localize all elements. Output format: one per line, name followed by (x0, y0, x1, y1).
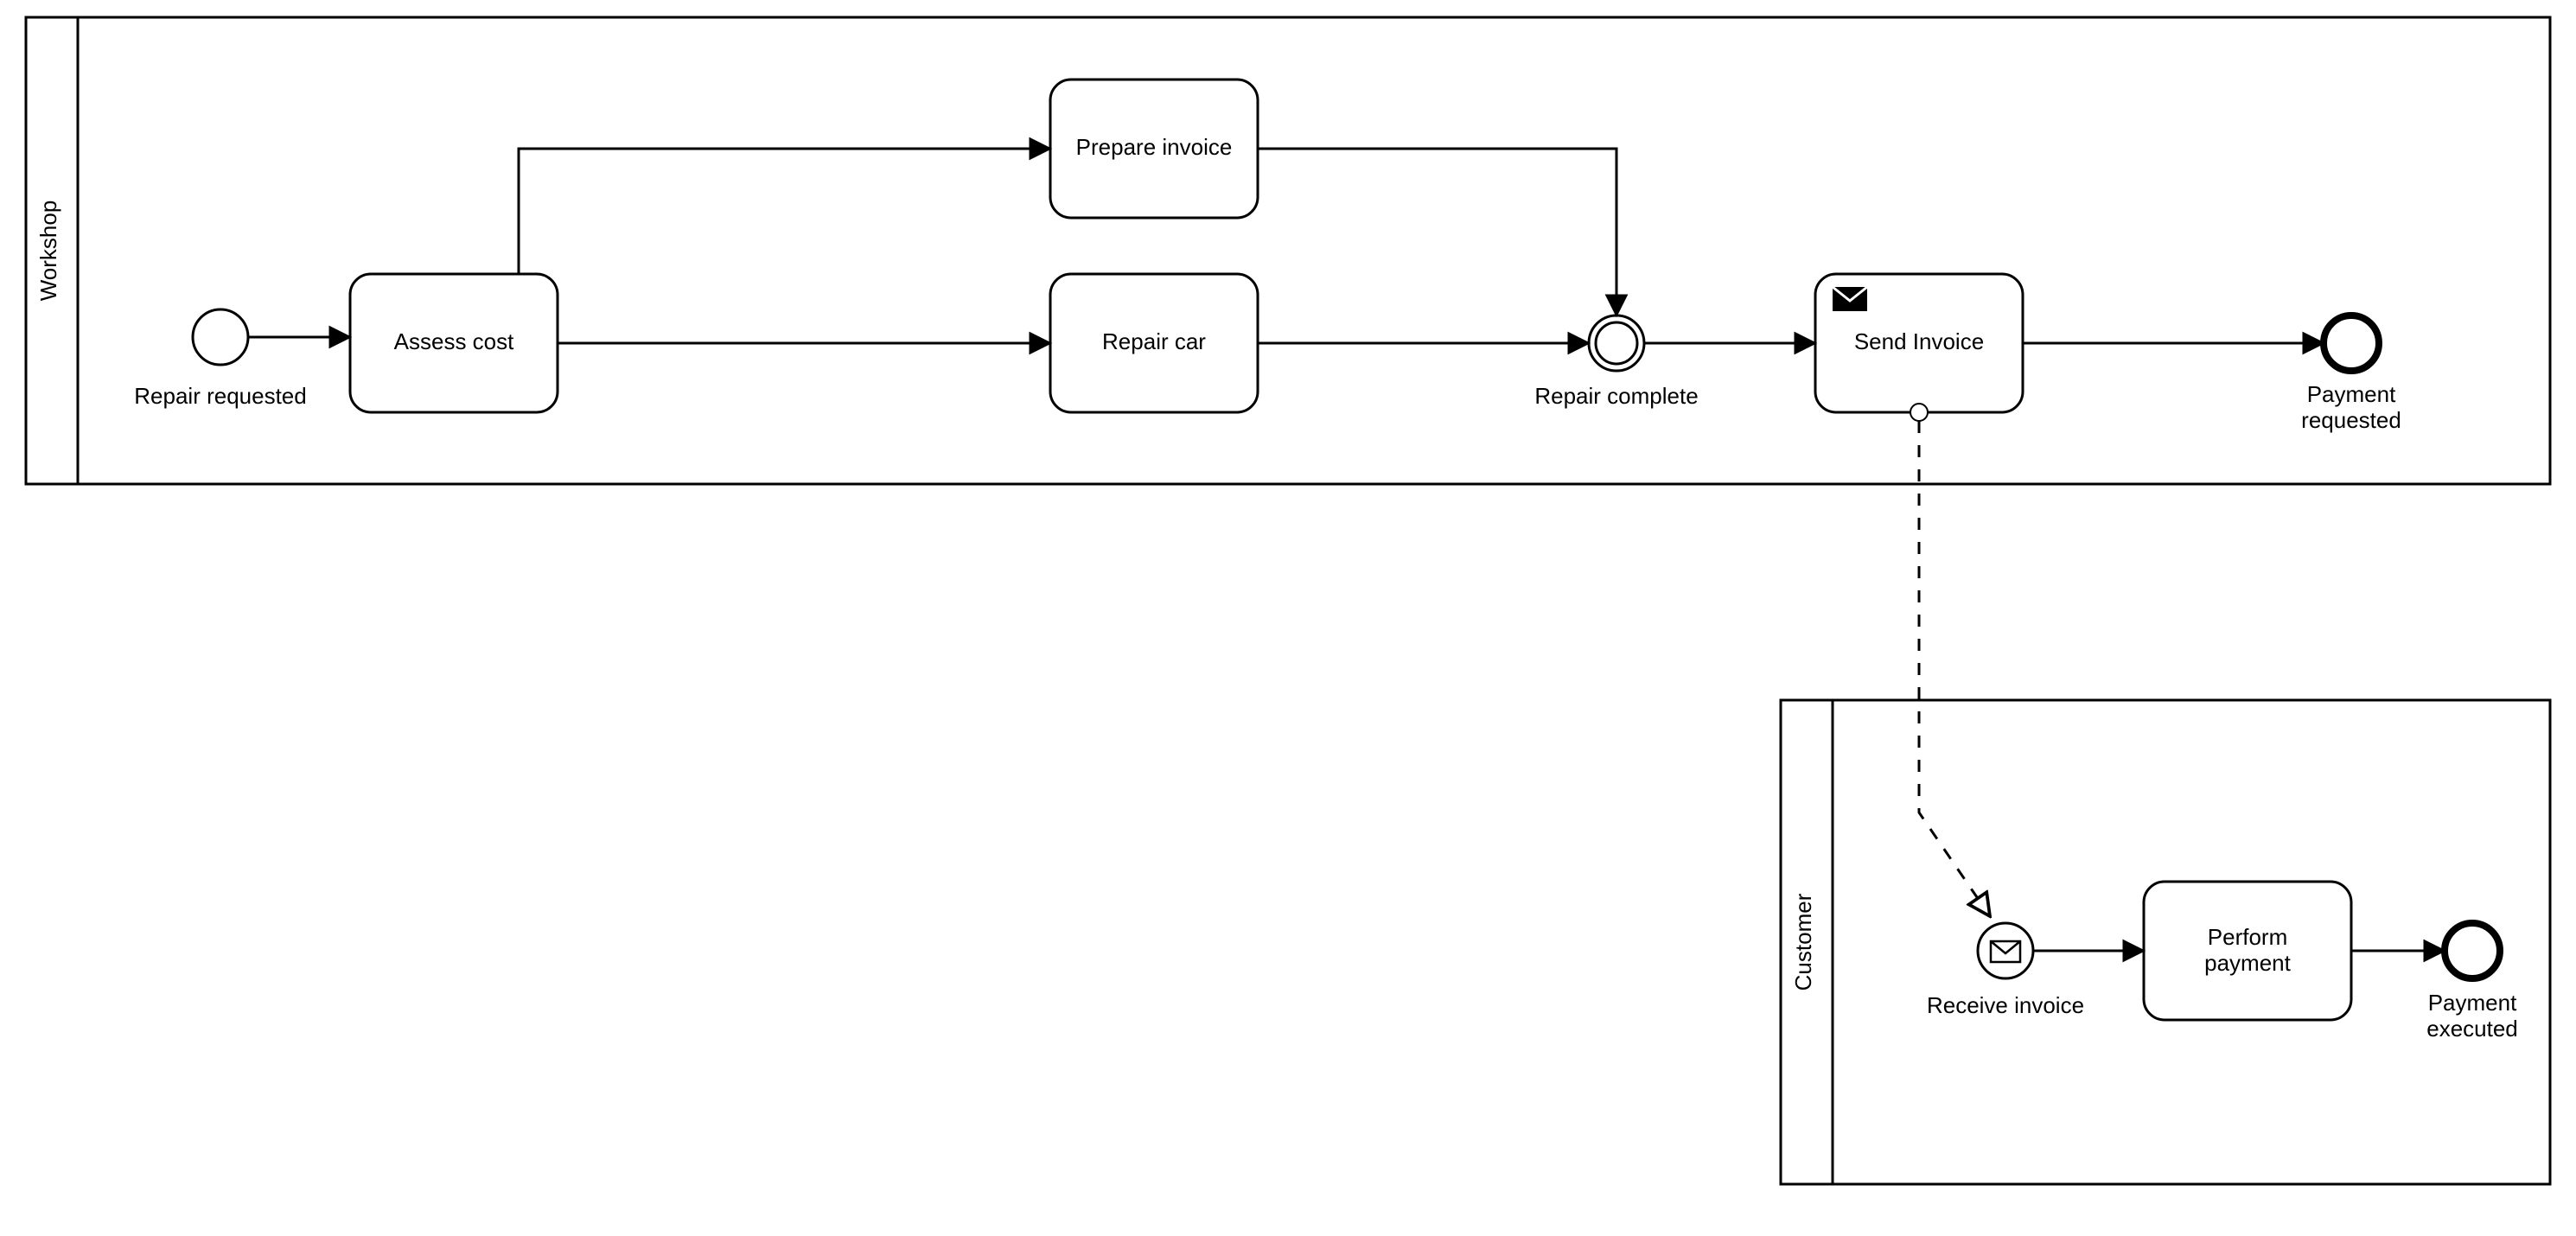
event-repair-complete[interactable] (1589, 315, 1644, 371)
start-event-receive-invoice-label: Receive invoice (1927, 992, 2084, 1018)
task-send-invoice-label: Send Invoice (1854, 328, 1984, 354)
end-event-payment-executed[interactable] (2445, 923, 2500, 978)
start-event-receive-invoice[interactable] (1978, 923, 2033, 978)
start-event-repair-requested[interactable] (193, 309, 248, 365)
event-repair-complete-label: Repair complete (1534, 383, 1698, 409)
pool-workshop-label: Workshop (35, 201, 61, 302)
end-event-payment-executed-label-1: Payment (2428, 990, 2517, 1016)
pool-customer-label: Customer (1790, 893, 1816, 991)
message-flow-origin-icon (1910, 404, 1928, 421)
end-event-payment-requested-label-2: requested (2301, 407, 2401, 433)
end-event-payment-requested[interactable] (2324, 315, 2379, 371)
task-perform-payment-label-1: Perform (2208, 924, 2287, 950)
end-event-payment-requested-label-1: Payment (2307, 381, 2396, 407)
task-assess-cost-label: Assess cost (394, 328, 514, 354)
task-prepare-invoice-label: Prepare invoice (1076, 134, 1233, 160)
start-event-label: Repair requested (134, 383, 306, 409)
task-repair-car-label: Repair car (1102, 328, 1206, 354)
pool-workshop: Workshop (26, 17, 2550, 484)
message-send-icon (1833, 287, 1867, 311)
envelope-icon (1991, 941, 2020, 962)
task-perform-payment-label-2: payment (2204, 950, 2291, 976)
end-event-payment-executed-label-2: executed (2426, 1016, 2518, 1042)
